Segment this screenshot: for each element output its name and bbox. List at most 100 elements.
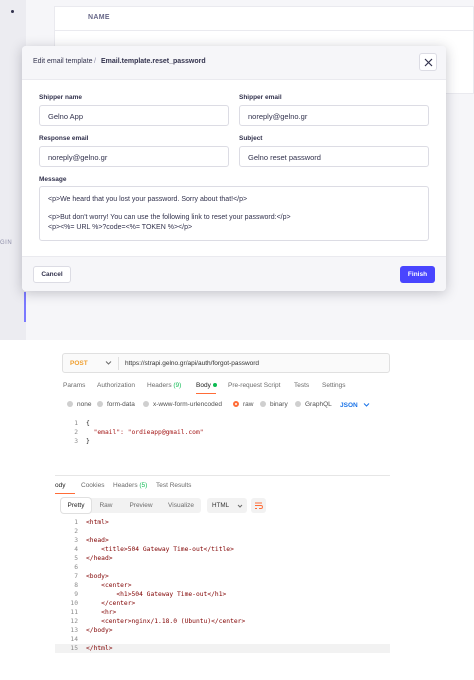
response-tab-body[interactable]: ody bbox=[55, 482, 65, 489]
tab-authorization[interactable]: Authorization bbox=[97, 382, 135, 389]
response-code-line: 9 <h1>504 Gateway Time-out</h1> bbox=[55, 590, 390, 599]
tab-body-label: Body bbox=[196, 382, 211, 389]
code-text: <html> bbox=[86, 519, 109, 526]
tab-headers[interactable]: Headers (9) bbox=[147, 382, 181, 389]
tab-tests[interactable]: Tests bbox=[294, 382, 309, 389]
shipper-name-input[interactable]: Gelno App bbox=[39, 105, 229, 126]
request-url-bar: POST https://strapi.gelno.gr/api/auth/fo… bbox=[62, 353, 390, 373]
response-email-input[interactable]: noreply@gelno.gr bbox=[39, 146, 229, 167]
radio-icon bbox=[67, 401, 73, 407]
line-number: 11 bbox=[70, 609, 78, 616]
close-button[interactable] bbox=[419, 53, 437, 71]
screenshot-root: GIN NAME Edit email template / Email.tem… bbox=[0, 0, 474, 680]
request-code-line: 3} bbox=[55, 437, 390, 446]
body-type-label: none bbox=[77, 401, 92, 408]
view-pretty-button[interactable]: Pretty bbox=[61, 498, 91, 513]
code-text: <center>nginx/1.18.0 (Ubuntu)</center> bbox=[101, 618, 246, 625]
response-email-label: Response email bbox=[39, 135, 89, 142]
line-number: 4 bbox=[74, 546, 78, 553]
radio-icon bbox=[97, 401, 103, 407]
shipper-name-label: Shipper name bbox=[39, 94, 82, 101]
code-text: { bbox=[86, 420, 90, 427]
line-number: 2 bbox=[74, 528, 78, 535]
tab-params[interactable]: Params bbox=[63, 382, 85, 389]
line-number: 5 bbox=[74, 555, 78, 562]
code-text: </html> bbox=[86, 645, 113, 652]
response-code-line: 10 </center> bbox=[55, 599, 390, 608]
response-code-line: 13 </body> bbox=[55, 626, 390, 635]
cancel-button[interactable]: Cancel bbox=[33, 266, 71, 283]
message-line: <p><%= URL %>?code=<%= TOKEN %></p> bbox=[48, 224, 193, 231]
response-tab-headers-label: Headers bbox=[113, 482, 138, 489]
code-text: "email": "ordieapp@gmail.com" bbox=[93, 429, 204, 436]
finish-button[interactable]: Finish bbox=[400, 266, 435, 283]
breadcrumb-parent: Edit email template bbox=[33, 58, 93, 65]
code-text: </body> bbox=[86, 627, 113, 634]
tab-pre-request-script[interactable]: Pre-request Script bbox=[228, 382, 280, 389]
message-line: <p>We heard that you lost your password.… bbox=[48, 196, 248, 203]
code-text: <head> bbox=[86, 537, 109, 544]
response-tab-headers-count: (5) bbox=[139, 482, 148, 489]
response-format-label: HTML bbox=[212, 502, 230, 509]
body-type-label: binary bbox=[270, 401, 288, 408]
body-type-graphql[interactable]: GraphQL bbox=[295, 401, 332, 408]
active-tab-indicator bbox=[196, 393, 216, 394]
shipper-email-input[interactable]: noreply@gelno.gr bbox=[239, 105, 429, 126]
tab-settings[interactable]: Settings bbox=[322, 382, 346, 389]
message-textarea[interactable]: <p>We heard that you lost your password.… bbox=[39, 186, 429, 241]
view-visualize-button[interactable]: Visualize bbox=[161, 498, 201, 513]
strapi-admin-panel: GIN NAME Edit email template / Email.tem… bbox=[0, 0, 474, 340]
chevron-down-icon bbox=[363, 403, 369, 407]
response-tab-cookies[interactable]: Cookies bbox=[81, 482, 104, 489]
wrap-lines-icon bbox=[255, 502, 263, 509]
request-code-line: 2 "email": "ordieapp@gmail.com" bbox=[55, 428, 390, 437]
body-type-raw[interactable]: raw bbox=[233, 401, 253, 408]
radio-icon bbox=[143, 401, 149, 407]
response-code-line: 6 bbox=[55, 563, 390, 572]
response-code-line: 12 <center>nginx/1.18.0 (Ubuntu)</center… bbox=[55, 617, 390, 626]
body-type-form-data[interactable]: form-data bbox=[97, 401, 135, 408]
subject-input[interactable]: Gelno reset password bbox=[239, 146, 429, 167]
response-format-select[interactable]: HTML bbox=[207, 498, 247, 513]
body-type-binary[interactable]: binary bbox=[260, 401, 288, 408]
line-number: 14 bbox=[70, 636, 78, 643]
line-number: 1 bbox=[74, 519, 78, 526]
response-code-line: 1 <html> bbox=[55, 518, 390, 527]
tab-headers-count: (9) bbox=[173, 382, 182, 389]
breadcrumb-separator: / bbox=[94, 58, 96, 65]
body-type-none[interactable]: none bbox=[67, 401, 91, 408]
body-type-urlencoded[interactable]: x-www-form-urlencoded bbox=[143, 401, 222, 408]
response-code-line: 15 </html> bbox=[55, 644, 390, 653]
response-code-line: 2 bbox=[55, 527, 390, 536]
body-type-label: form-data bbox=[107, 401, 135, 408]
shipper-email-label: Shipper email bbox=[239, 94, 282, 101]
line-number: 9 bbox=[74, 591, 78, 598]
view-preview-button[interactable]: Preview bbox=[121, 498, 161, 513]
http-method-select[interactable]: POST bbox=[70, 360, 88, 367]
chevron-down-icon bbox=[237, 504, 243, 508]
body-type-label: x-www-form-urlencoded bbox=[153, 401, 222, 408]
code-text: } bbox=[86, 438, 90, 445]
tab-body[interactable]: Body bbox=[196, 382, 217, 389]
response-code-line: 5 </head> bbox=[55, 554, 390, 563]
subject-label: Subject bbox=[239, 135, 263, 142]
sidebar-fragment-label: GIN bbox=[0, 240, 13, 246]
url-input[interactable]: https://strapi.gelno.gr/api/auth/forgot-… bbox=[125, 360, 259, 367]
chevron-down-icon[interactable] bbox=[105, 359, 112, 366]
modified-dot-icon bbox=[212, 383, 217, 388]
response-code-line: 14 bbox=[55, 635, 390, 644]
line-number: 10 bbox=[70, 600, 78, 607]
view-raw-button[interactable]: Raw bbox=[91, 498, 121, 513]
code-text: <title>504 Gateway Time-out</title> bbox=[101, 546, 234, 553]
raw-format-select[interactable]: JSON bbox=[340, 401, 370, 409]
nav-dot-icon bbox=[11, 10, 14, 13]
response-tab-test-results[interactable]: Test Results bbox=[156, 482, 191, 489]
wrap-lines-button[interactable] bbox=[251, 498, 266, 513]
message-label: Message bbox=[39, 176, 67, 183]
radio-icon bbox=[295, 401, 301, 407]
line-number: 15 bbox=[70, 645, 78, 652]
response-code-line: 3 <head> bbox=[55, 536, 390, 545]
code-text: <h1>504 Gateway Time-out</h1> bbox=[116, 591, 227, 598]
response-tab-headers[interactable]: Headers (5) bbox=[113, 482, 147, 489]
